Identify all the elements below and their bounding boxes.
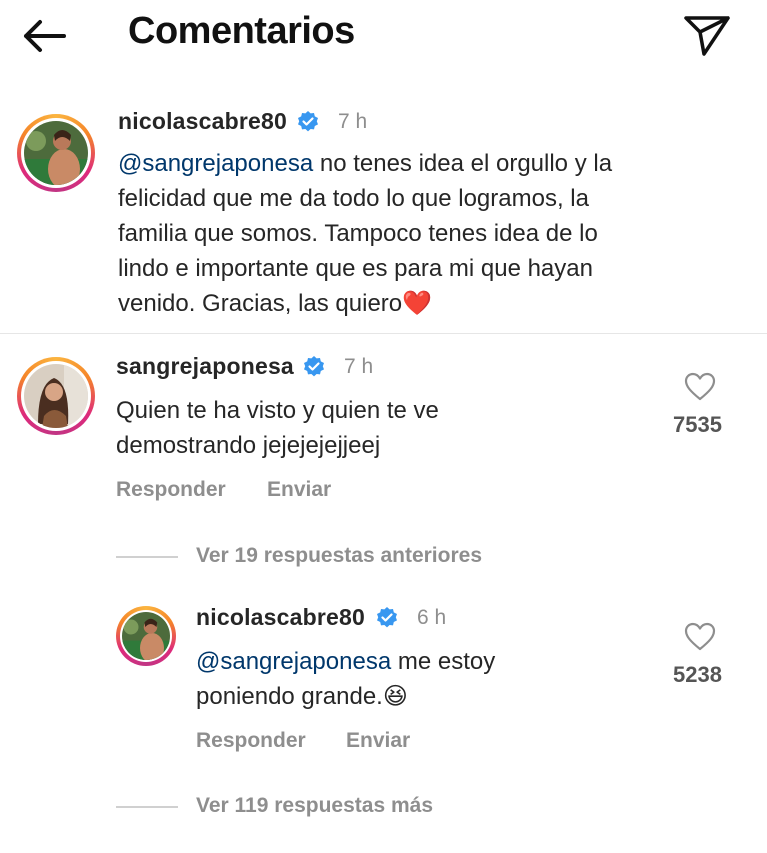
verified-badge-icon <box>298 111 318 132</box>
arrow-left-icon[interactable] <box>20 16 68 56</box>
username[interactable]: nicolascabre80 <box>196 604 365 631</box>
heart-icon[interactable] <box>684 372 716 402</box>
verified-badge-icon <box>377 607 397 628</box>
like-count: 5238 <box>673 662 722 687</box>
avatar[interactable] <box>17 357 95 435</box>
avatar[interactable] <box>17 114 95 192</box>
heart-emoji: ❤️ <box>402 290 433 317</box>
timestamp: 7 h <box>344 355 374 378</box>
top-bar: Comentarios <box>0 0 767 70</box>
reply-button[interactable]: Responder <box>116 478 226 502</box>
caption-text: @sangrejaponesa no tenes idea el orgullo… <box>118 150 613 317</box>
thread-line <box>116 806 178 808</box>
profile-photo-icon <box>24 121 88 185</box>
thread-line <box>116 556 178 558</box>
laughing-emoji: 😆 <box>382 683 408 710</box>
timestamp: 7 h <box>338 110 368 133</box>
divider <box>0 333 767 334</box>
username[interactable]: sangrejaponesa <box>116 353 294 380</box>
view-more-replies-button[interactable]: Ver 119 respuestas más <box>196 794 433 818</box>
send-button[interactable]: Enviar <box>346 729 410 753</box>
timestamp: 6 h <box>417 606 447 629</box>
username[interactable]: nicolascabre80 <box>118 108 287 135</box>
reply-text: @sangrejaponesa me estoy poniendo grande… <box>196 648 496 710</box>
like-count: 7535 <box>673 412 722 437</box>
mention-link[interactable]: @sangrejaponesa <box>118 150 313 177</box>
paper-plane-icon[interactable] <box>682 12 732 58</box>
profile-photo-icon <box>122 612 170 660</box>
heart-icon[interactable] <box>684 622 716 652</box>
comment-text: Quien te ha visto y quien te ve demostra… <box>116 397 439 459</box>
page-title: Comentarios <box>128 10 355 52</box>
view-previous-replies-button[interactable]: Ver 19 respuestas anteriores <box>196 544 482 568</box>
verified-badge-icon <box>304 356 324 377</box>
mention-link[interactable]: @sangrejaponesa <box>196 648 391 675</box>
profile-photo-icon <box>24 364 88 428</box>
avatar[interactable] <box>116 606 176 666</box>
reply-button[interactable]: Responder <box>196 729 306 753</box>
send-button[interactable]: Enviar <box>267 478 331 502</box>
